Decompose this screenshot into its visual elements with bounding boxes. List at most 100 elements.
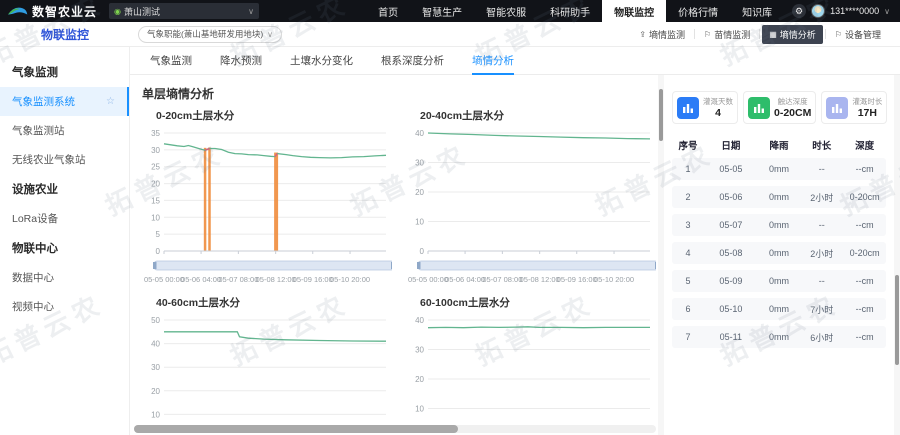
nav-item-iot-monitoring[interactable]: 物联监控: [602, 0, 666, 22]
username[interactable]: 131****0000: [830, 6, 879, 16]
seedling-monitor-button[interactable]: ⚐ 苗情监测: [697, 25, 757, 44]
tab-soil-water-change[interactable]: 土壤水分变化: [290, 47, 353, 74]
table-cell: 2小时: [800, 247, 843, 260]
avatar[interactable]: [811, 4, 825, 18]
bar-chart-icon: [748, 97, 770, 119]
table-header-cell: 深度: [843, 138, 886, 152]
svg-text:35: 35: [151, 129, 160, 138]
tab-precipitation-forecast[interactable]: 降水预测: [220, 47, 262, 74]
nav-item-research-assistant[interactable]: 科研助手: [538, 0, 602, 22]
location-pin-icon: ◉: [114, 7, 121, 16]
soil-moisture-monitor-button[interactable]: ⇪ 墒情监测: [632, 25, 692, 44]
action-buttons: ⇪ 墒情监测 ⚐ 苗情监测 ▦ 墒情分析 ⚐ 设备管理: [632, 25, 888, 44]
svg-text:20: 20: [415, 375, 424, 384]
plot-select-value: 气象职能(萧山基地研发用地块): [147, 28, 263, 40]
horizontal-scrollbar[interactable]: [134, 425, 656, 433]
sidebar-item-weather-station[interactable]: 气象监测站: [0, 116, 129, 145]
table-cell: --: [800, 220, 843, 230]
table-row[interactable]: 505-090mm----cm: [672, 270, 886, 292]
horizontal-scrollbar-thumb[interactable]: [134, 425, 458, 433]
line-chart-20-40cm[interactable]: 01020304005-05 00:0005-06 04:0005-07 08:…: [402, 125, 656, 285]
svg-text:05-05 00:00: 05-05 00:00: [144, 275, 184, 284]
analysis-icon: ▦: [769, 30, 777, 39]
table-cell: 4: [672, 248, 704, 258]
tab-weather-monitor[interactable]: 气象监测: [150, 47, 192, 74]
svg-text:05-08 12:00: 05-08 12:00: [520, 275, 560, 284]
top-header: 数智农业云 ◉ 萧山测试 ∨ 首页 智慧生产 智能农服 科研助手 物联监控 价格…: [0, 0, 900, 22]
location-select[interactable]: ◉ 萧山测试 ∨: [109, 3, 259, 19]
table-row[interactable]: 105-050mm----cm: [672, 158, 886, 180]
svg-text:25: 25: [151, 163, 160, 172]
svg-text:0: 0: [156, 247, 161, 256]
location-value: 萧山测试: [124, 5, 160, 18]
nav-item-home[interactable]: 首页: [366, 0, 410, 22]
tab-root-depth-analysis[interactable]: 根系深度分析: [381, 47, 444, 74]
page-scrollbar-thumb[interactable]: [895, 275, 899, 365]
device-management-button[interactable]: ⚐ 设备管理: [828, 25, 888, 44]
soil-moisture-analysis-button[interactable]: ▦ 墒情分析: [762, 25, 823, 44]
page-scrollbar[interactable]: [894, 75, 900, 435]
svg-text:30: 30: [151, 363, 160, 372]
table-row[interactable]: 705-110mm6小时--cm: [672, 326, 886, 348]
nav-item-price-quotes[interactable]: 价格行情: [666, 0, 730, 22]
line-chart-60-100cm[interactable]: 010203040: [402, 312, 656, 426]
nav-item-knowledge-base[interactable]: 知识库: [730, 0, 784, 22]
svg-text:50: 50: [151, 316, 160, 325]
line-chart-0-20cm[interactable]: 0510152025303505-05 00:0005-06 04:0005-0…: [138, 125, 392, 285]
table-cell: 2小时: [800, 191, 843, 204]
svg-text:05-10 20:00: 05-10 20:00: [594, 275, 634, 284]
top-nav: 首页 智慧生产 智能农服 科研助手 物联监控 价格行情 知识库: [366, 0, 784, 22]
svg-text:05-05 00:00: 05-05 00:00: [408, 275, 448, 284]
star-icon[interactable]: ☆: [106, 96, 115, 107]
charts-grid: 0-20cm土层水分 0510152025303505-05 00:0005-0…: [138, 104, 656, 426]
sidebar-item-video-center[interactable]: 视频中心: [0, 292, 129, 321]
table-row[interactable]: 605-100mm7小时--cm: [672, 298, 886, 320]
panel-scrollbar-thumb[interactable]: [659, 89, 663, 141]
panel-scrollbar[interactable]: [658, 75, 664, 435]
table-row[interactable]: 405-080mm2小时0-20cm: [672, 242, 886, 264]
svg-text:20: 20: [415, 188, 424, 197]
table-cell: 0-20cm: [843, 248, 886, 258]
chevron-down-icon: ∨: [267, 30, 273, 39]
stat-card-irrigation-days: 灌溉天数 4: [672, 91, 738, 124]
table-row[interactable]: 305-070mm----cm: [672, 214, 886, 236]
table-header-cell: 序号: [672, 138, 704, 152]
sidebar-item-lora-device[interactable]: LoRa设备: [0, 204, 129, 233]
divider: [759, 29, 760, 39]
chart-title: 20-40cm土层水分: [402, 104, 656, 125]
chevron-down-icon: ∨: [884, 7, 890, 16]
sidebar: 气象监测 气象监测系统 ☆ 气象监测站 无线农业气象站 设施农业 LoRa设备 …: [0, 47, 130, 435]
line-chart-40-60cm[interactable]: 01020304050: [138, 312, 392, 426]
table-cell: 05-10: [704, 304, 758, 314]
logo-icon: [6, 4, 28, 18]
module-title: 物联监控: [0, 26, 130, 43]
table-row[interactable]: 205-060mm2小时0-20cm: [672, 186, 886, 208]
nav-item-smart-production[interactable]: 智慧生产: [410, 0, 474, 22]
nav-item-smart-agriservice[interactable]: 智能农服: [474, 0, 538, 22]
user-area: ⚙ 131****0000 ∨: [784, 4, 900, 18]
sidebar-section-facility-agriculture: 设施农业: [0, 174, 129, 204]
chart-title: 0-20cm土层水分: [138, 104, 392, 125]
divider: [825, 29, 826, 39]
table-cell: 7小时: [800, 303, 843, 316]
svg-text:10: 10: [415, 218, 424, 227]
table-cell: 05-05: [704, 164, 758, 174]
tab-soil-moisture-analysis[interactable]: 墒情分析: [472, 47, 514, 74]
charts-area: 单层墒情分析 0-20cm土层水分 0510152025303505-05 00…: [130, 75, 658, 435]
table-cell: 0-20cm: [843, 192, 886, 202]
sidebar-item-data-center[interactable]: 数据中心: [0, 263, 129, 292]
svg-text:20: 20: [151, 180, 160, 189]
table-cell: --cm: [843, 332, 886, 342]
sidebar-item-wireless-agri-weather-station[interactable]: 无线农业气象站: [0, 145, 129, 174]
table-cell: 0mm: [758, 332, 801, 342]
tab-bar: 气象监测 降水预测 土壤水分变化 根系深度分析 墒情分析: [130, 47, 900, 75]
chevron-down-icon: ∨: [248, 7, 254, 16]
plot-select-dropdown[interactable]: 气象职能(萧山基地研发用地块) ∨: [138, 26, 282, 43]
settings-gear-icon[interactable]: ⚙: [792, 4, 806, 18]
main-content: 气象监测 降水预测 土壤水分变化 根系深度分析 墒情分析 单层墒情分析 0-20…: [130, 47, 900, 435]
sidebar-item-weather-monitor-system[interactable]: 气象监测系统 ☆: [0, 87, 129, 116]
svg-text:10: 10: [415, 405, 424, 414]
svg-text:05-09 16:00: 05-09 16:00: [557, 275, 597, 284]
app-title: 数智农业云: [32, 3, 97, 20]
svg-text:05-09 16:00: 05-09 16:00: [293, 275, 333, 284]
